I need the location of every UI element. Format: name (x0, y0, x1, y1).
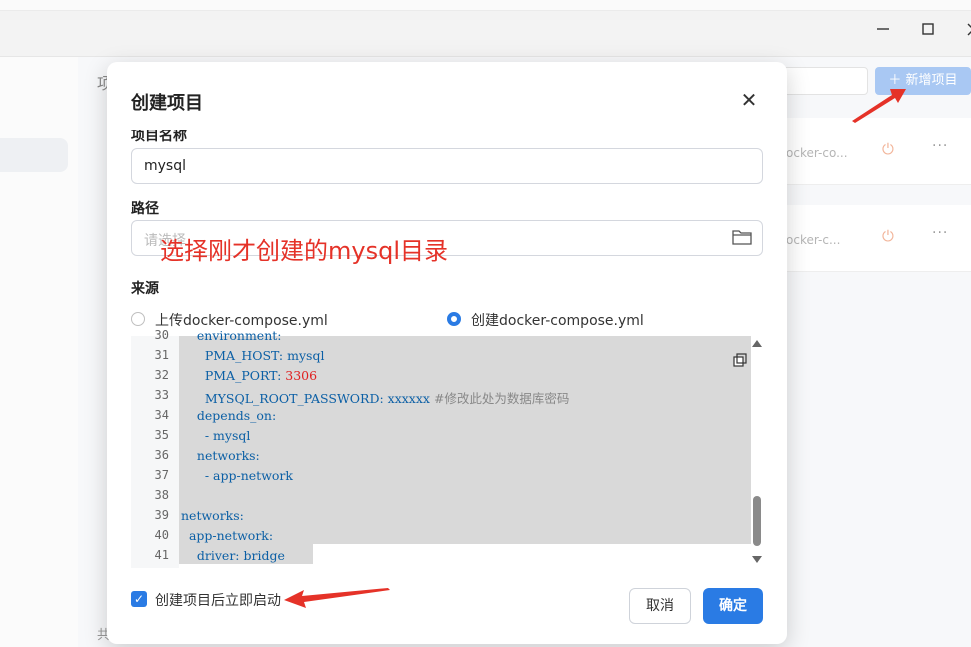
power-icon[interactable]: ⏻ (882, 140, 894, 158)
add-project-button[interactable]: ＋ 新增项目 (875, 67, 971, 95)
confirm-button[interactable]: 确定 (703, 588, 763, 624)
autostart-label: 创建项目后立即启动 (155, 593, 281, 609)
autostart-checkbox[interactable]: ✓ (131, 591, 147, 607)
radio-create-label: 创建docker-compose.yml (471, 313, 644, 329)
project-card-text: ocker-co... (786, 146, 848, 160)
line-number: 31 (154, 348, 169, 362)
sidebar-selected-item[interactable] (0, 138, 68, 172)
line-number: 38 (154, 488, 169, 502)
annotation-text: 选择刚才创建的mysql目录 (160, 237, 448, 265)
code-line: - mysql (181, 428, 251, 443)
close-icon[interactable] (962, 22, 971, 42)
code-key: PMA_PORT: (181, 368, 286, 383)
code-line: networks: (181, 508, 244, 523)
line-number: 32 (154, 368, 169, 382)
name-label: 项目名称 (131, 130, 187, 144)
line-number: 30 (154, 328, 169, 342)
scroll-up-icon[interactable] (752, 340, 762, 347)
folder-icon[interactable] (732, 229, 752, 245)
dialog-title: 创建项目 (131, 93, 203, 114)
code-line: networks: (181, 448, 260, 463)
code-key: MYSQL_ROOT_PASSWORD: xxxxxx (181, 391, 434, 406)
project-name-value: mysql (144, 158, 186, 174)
copy-icon[interactable] (733, 353, 747, 367)
code-line: depends_on: (181, 408, 277, 423)
search-input[interactable] (782, 67, 868, 95)
line-number: 37 (154, 468, 169, 482)
radio-create-compose[interactable] (447, 312, 461, 326)
radio-upload-compose[interactable] (131, 312, 145, 326)
more-icon[interactable]: ··· (932, 138, 948, 154)
cancel-button[interactable]: 取消 (629, 588, 691, 624)
code-line: PMA_HOST: mysql (181, 348, 325, 363)
radio-upload-label: 上传docker-compose.yml (155, 313, 328, 329)
project-card-text: ocker-c... (786, 233, 841, 247)
scroll-down-icon[interactable] (752, 556, 762, 563)
top-strip (0, 0, 971, 11)
dialog-body: 项目名称 mysql 路径 请选择 来源 上传docker-compose.ym… (107, 130, 787, 630)
line-number: 41 (154, 548, 169, 562)
line-number: 36 (154, 448, 169, 462)
path-label: 路径 (131, 201, 159, 217)
power-icon[interactable]: ⏻ (882, 227, 894, 245)
code-line: MYSQL_ROOT_PASSWORD: xxxxxx #修改此处为数据库密码 (181, 388, 570, 407)
line-number: 34 (154, 408, 169, 422)
code-line: app-network: (181, 528, 274, 543)
source-label: 来源 (131, 281, 159, 297)
line-number: 35 (154, 428, 169, 442)
compose-code-editor[interactable]: 30 environment: 31 PMA_HOST: mysql 32 PM… (131, 328, 763, 568)
code-line: driver: bridge (181, 548, 285, 563)
create-project-dialog: 创建项目 ✕ 项目名称 mysql 路径 请选择 来源 上传docker-com… (107, 62, 787, 644)
line-number: 40 (154, 528, 169, 542)
line-number: 39 (154, 508, 169, 522)
code-line: - app-network (181, 468, 293, 483)
code-line: PMA_PORT: 3306 (181, 368, 317, 383)
code-line: environment: (181, 328, 282, 343)
maximize-icon[interactable] (918, 22, 938, 42)
minimize-icon[interactable] (873, 22, 893, 42)
project-name-input[interactable]: mysql (131, 148, 763, 184)
more-icon[interactable]: ··· (932, 225, 948, 241)
scroll-thumb[interactable] (753, 496, 761, 546)
project-card[interactable]: ocker-c... ⏻ ··· (786, 205, 971, 272)
code-comment: #修改此处为数据库密码 (433, 391, 570, 406)
dialog-close-icon[interactable]: ✕ (737, 88, 761, 112)
code-number-value: 3306 (285, 368, 318, 383)
project-card[interactable]: ocker-co... ⏻ ··· (786, 118, 971, 185)
line-number: 33 (154, 388, 169, 402)
